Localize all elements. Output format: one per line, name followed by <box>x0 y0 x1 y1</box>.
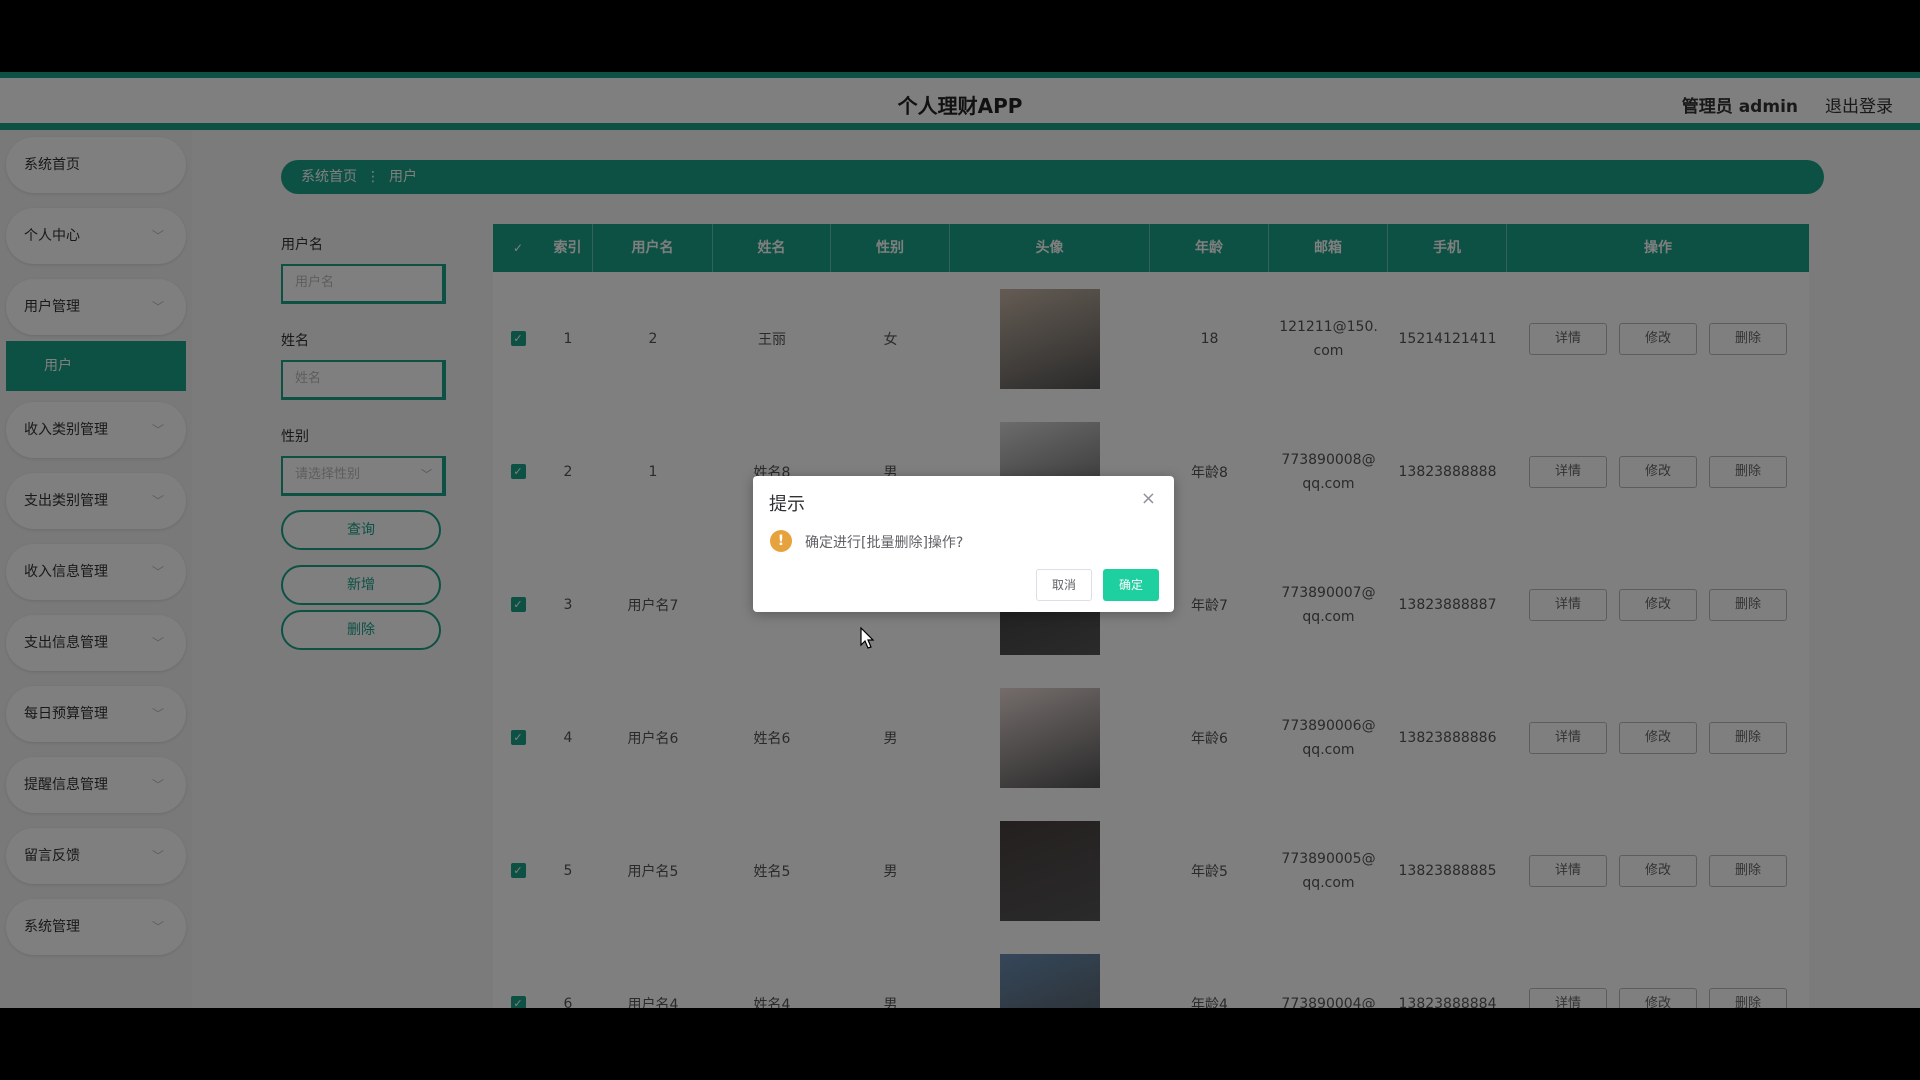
close-icon[interactable]: × <box>1141 488 1156 509</box>
confirm-dialog: 提示 × ! 确定进行[批量删除]操作? 取消 确定 <box>753 476 1174 612</box>
app-screen: 个人理财APP 管理员 admin 退出登录 系统首页 个人中心﹀ 用户管理﹀ … <box>0 72 1920 1008</box>
confirm-button[interactable]: 确定 <box>1103 569 1159 601</box>
warning-icon: ! <box>770 530 792 552</box>
dialog-message: 确定进行[批量删除]操作? <box>805 535 964 551</box>
cancel-button[interactable]: 取消 <box>1036 569 1092 601</box>
dialog-title: 提示 <box>769 494 805 515</box>
mouse-pointer-icon <box>860 627 875 649</box>
